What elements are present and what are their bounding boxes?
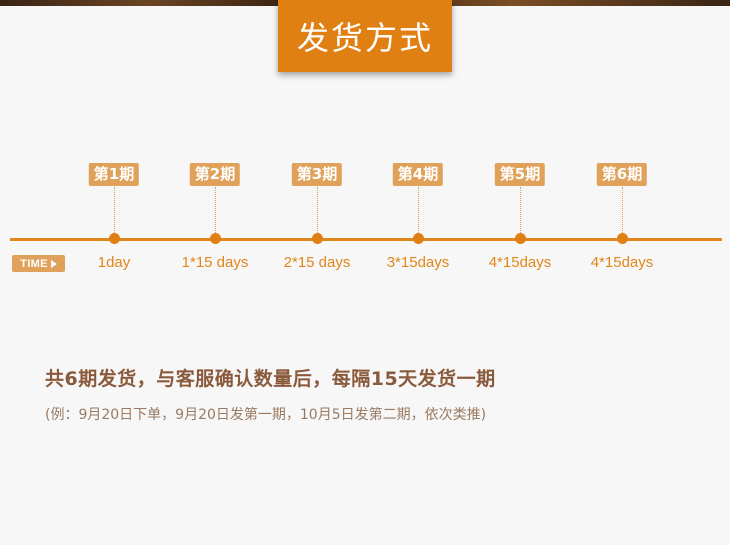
stage-days: 4*15days — [488, 254, 552, 271]
stage-connector — [622, 187, 623, 233]
stage-days: 3*15days — [386, 254, 450, 271]
timeline-stage-3: 第3期 2*15 days — [267, 0, 367, 545]
stage-label: 第4期 — [392, 163, 444, 186]
section-title-banner: 发货方式 — [278, 0, 452, 72]
stage-days: 1*15 days — [181, 254, 249, 271]
section-title: 发货方式 — [296, 19, 433, 57]
stage-days: 1day — [97, 254, 131, 271]
stage-connector — [520, 187, 521, 233]
stage-label: 第1期 — [88, 163, 140, 186]
stage-connector — [114, 187, 115, 233]
stage-connector — [317, 187, 318, 233]
stage-label: 第2期 — [189, 163, 241, 186]
timeline-stage-5: 第5期 4*15days — [470, 0, 570, 545]
timeline-stage-6: 第6期 4*15days — [572, 0, 672, 545]
time-axis-label: TIME — [12, 255, 65, 272]
stage-days: 2*15 days — [283, 254, 351, 271]
play-arrow-icon — [50, 259, 57, 268]
stage-connector — [215, 187, 216, 233]
timeline-stage-2: 第2期 1*15 days — [165, 0, 265, 545]
stage-label: 第5期 — [494, 163, 546, 186]
stage-days: 4*15days — [590, 254, 654, 271]
shipping-example-note: (例：9月20日下单，9月20日发第一期，10月5日发第二期，依次类推) — [45, 407, 487, 423]
timeline-stage-1: 第1期 1day — [64, 0, 164, 545]
shipping-description: 共6期发货，与客服确认数量后，每隔15天发货一期 — [45, 368, 496, 390]
timeline-line — [10, 238, 722, 241]
stage-connector — [418, 187, 419, 233]
stage-label: 第6期 — [596, 163, 648, 186]
stage-label: 第3期 — [291, 163, 343, 186]
timeline-stage-4: 第4期 3*15days — [368, 0, 468, 545]
time-label-text: TIME — [20, 257, 48, 270]
